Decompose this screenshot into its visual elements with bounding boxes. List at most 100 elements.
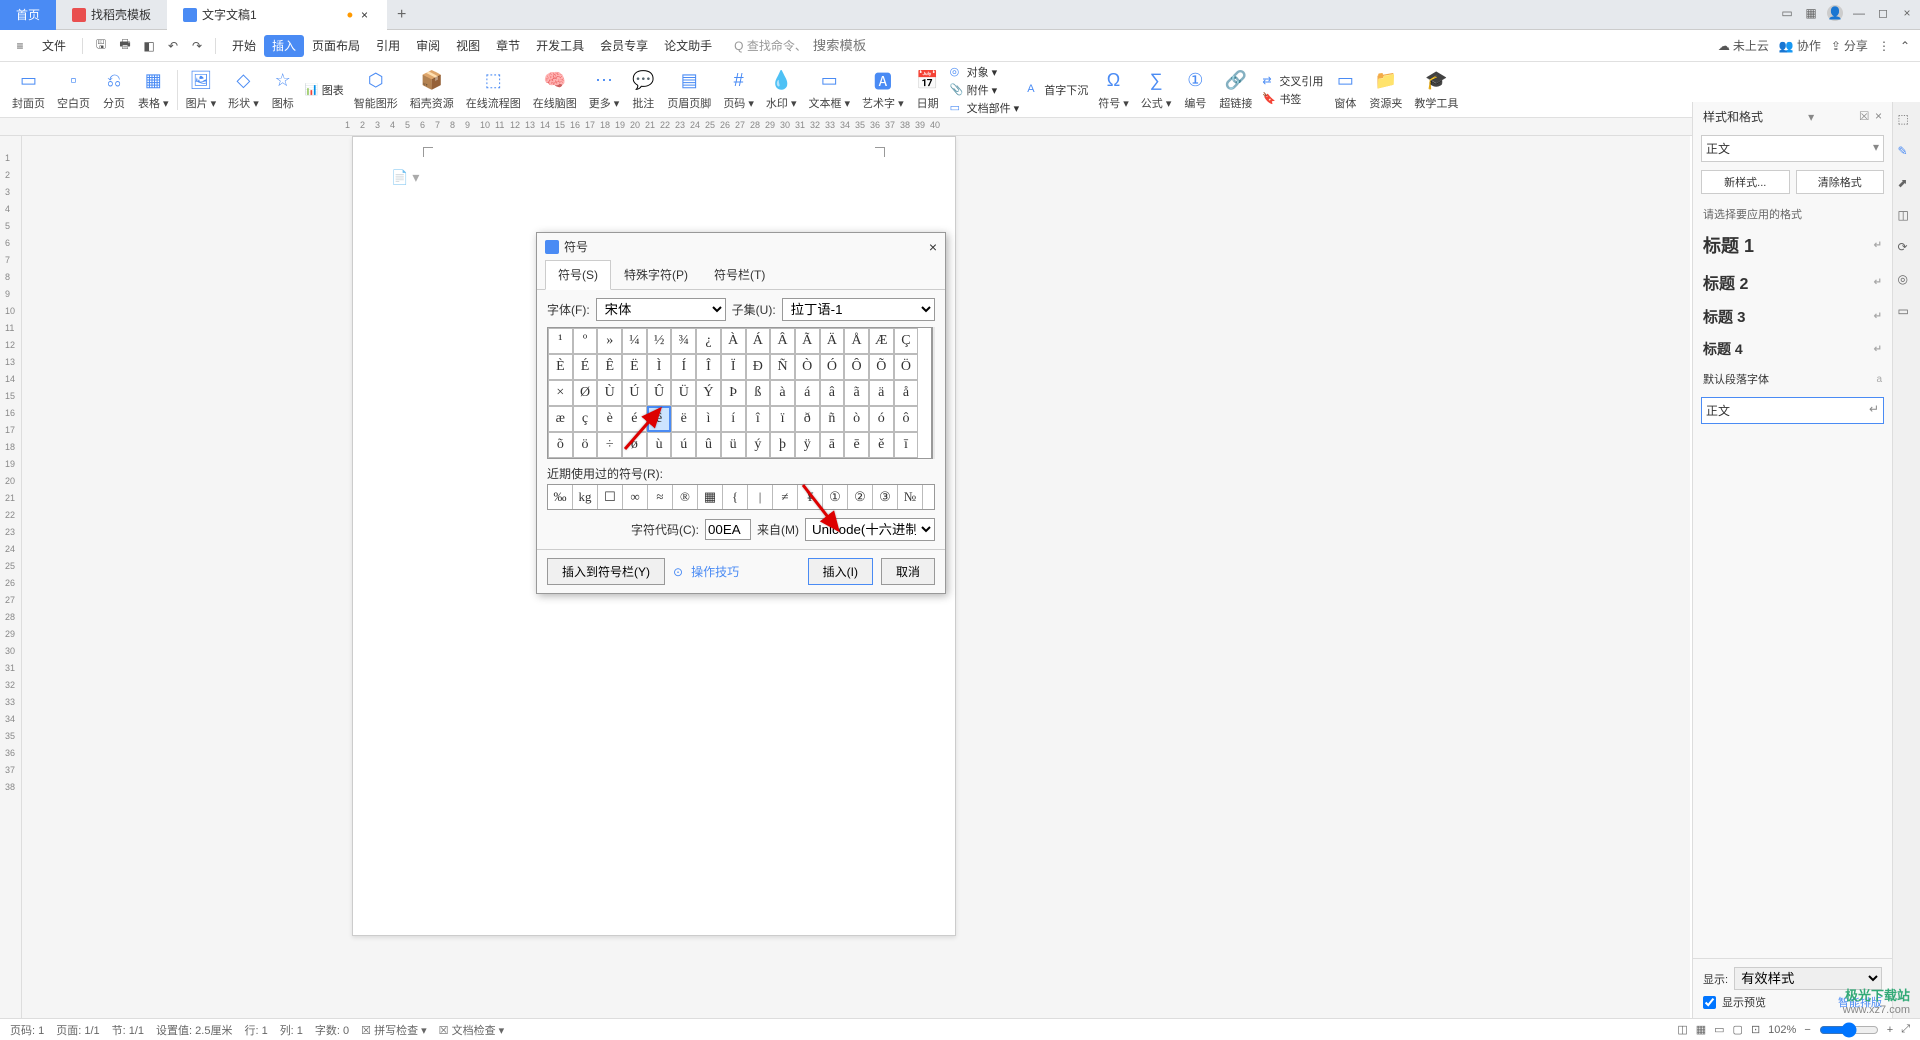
- char-cell[interactable]: Ó: [820, 354, 845, 380]
- ribbon-公式[interactable]: ∑公式 ▾: [1135, 69, 1178, 111]
- ribbon-文档部件[interactable]: ▭文档部件 ▾: [950, 100, 1020, 116]
- char-cell[interactable]: À: [721, 328, 746, 354]
- ribbon-教学工具[interactable]: 🎓教学工具: [1408, 69, 1464, 111]
- recent-char[interactable]: ®: [673, 485, 698, 509]
- char-cell[interactable]: ē: [844, 432, 869, 458]
- recent-char[interactable]: №: [898, 485, 923, 509]
- ribbon-附件[interactable]: 📎附件 ▾: [950, 82, 1020, 98]
- char-cell[interactable]: Ê: [597, 354, 622, 380]
- book-icon[interactable]: ▭: [1898, 304, 1916, 322]
- recent-char[interactable]: ③: [873, 485, 898, 509]
- zoom-in-icon[interactable]: +: [1887, 1024, 1893, 1036]
- ribbon-图片[interactable]: 🖼图片 ▾: [180, 69, 223, 111]
- maximize-icon[interactable]: ◻: [1875, 5, 1891, 21]
- ribbon-艺术字[interactable]: 🅰艺术字 ▾: [856, 69, 910, 111]
- char-cell[interactable]: ñ: [820, 406, 845, 432]
- status-page[interactable]: 页面: 1/1: [56, 1022, 99, 1038]
- recent-char[interactable]: ‰: [548, 485, 573, 509]
- ribbon-智能图形[interactable]: ⬡智能图形: [348, 69, 404, 111]
- char-cell[interactable]: û: [696, 432, 721, 458]
- char-cell[interactable]: ¹: [548, 328, 573, 354]
- grid-icon[interactable]: ▦: [1803, 5, 1819, 21]
- char-cell[interactable]: Á: [746, 328, 771, 354]
- share-button[interactable]: ⇪ 分享: [1831, 37, 1868, 54]
- ribbon-表格[interactable]: ▦表格 ▾: [132, 69, 175, 111]
- char-cell[interactable]: ¼: [622, 328, 647, 354]
- char-cell[interactable]: Ò: [795, 354, 820, 380]
- char-cell[interactable]: ¾: [671, 328, 696, 354]
- target-icon[interactable]: ◎: [1898, 272, 1916, 290]
- char-cell[interactable]: å: [894, 380, 919, 406]
- char-cell[interactable]: ô: [894, 406, 919, 432]
- char-cell[interactable]: ò: [844, 406, 869, 432]
- char-cell[interactable]: õ: [548, 432, 573, 458]
- dialog-tab[interactable]: 符号(S): [545, 260, 611, 290]
- char-cell[interactable]: ì: [696, 406, 721, 432]
- recent-char[interactable]: ≠: [773, 485, 798, 509]
- menu-页面布局[interactable]: 页面布局: [304, 35, 368, 57]
- char-cell[interactable]: Í: [671, 354, 696, 380]
- char-cell[interactable]: Þ: [721, 380, 746, 406]
- ribbon-稻壳资源[interactable]: 📦稻壳资源: [404, 69, 460, 111]
- tab-template[interactable]: 找稻壳模板: [56, 0, 167, 30]
- style-tool-icon[interactable]: ✎: [1898, 144, 1916, 162]
- char-cell[interactable]: Ù: [597, 380, 622, 406]
- ribbon-编号[interactable]: ①编号: [1177, 69, 1213, 111]
- menu-插入[interactable]: 插入: [264, 35, 304, 57]
- char-cell[interactable]: Æ: [869, 328, 894, 354]
- char-cell[interactable]: ½: [647, 328, 672, 354]
- ribbon-符号[interactable]: Ω符号 ▾: [1092, 69, 1135, 111]
- recent-char[interactable]: {: [723, 485, 748, 509]
- ribbon-日期[interactable]: 📅日期: [910, 69, 946, 111]
- menu-引用[interactable]: 引用: [368, 35, 408, 57]
- char-cell[interactable]: ë: [671, 406, 696, 432]
- cancel-button[interactable]: 取消: [881, 558, 935, 585]
- view-icon[interactable]: ◫: [1677, 1023, 1687, 1036]
- insert-button[interactable]: 插入(I): [808, 558, 873, 585]
- pin-icon[interactable]: ⮽: [1859, 109, 1869, 124]
- insert-to-bar-button[interactable]: 插入到符号栏(Y): [547, 558, 665, 585]
- menu-论文助手[interactable]: 论文助手: [656, 35, 720, 57]
- grid-scrollbar[interactable]: [932, 327, 935, 459]
- ribbon-页码[interactable]: #页码 ▾: [717, 69, 760, 111]
- default-font-style[interactable]: 默认段落字体a: [1693, 365, 1892, 393]
- char-cell[interactable]: Ô: [844, 354, 869, 380]
- print-icon[interactable]: 🖶: [115, 36, 135, 56]
- new-style-button[interactable]: 新样式...: [1701, 170, 1790, 194]
- status-chars[interactable]: 字数: 0: [315, 1022, 349, 1038]
- ribbon-在线流程图[interactable]: ⬚在线流程图: [460, 69, 527, 111]
- char-cell[interactable]: â: [820, 380, 845, 406]
- status-page-no[interactable]: 页码: 1: [10, 1022, 44, 1038]
- ribbon-水印[interactable]: 💧水印 ▾: [760, 69, 803, 111]
- panel-close-icon[interactable]: ×: [1875, 109, 1882, 124]
- ribbon-对象[interactable]: ◎对象 ▾: [950, 64, 1020, 80]
- char-cell[interactable]: ā: [820, 432, 845, 458]
- tab-document[interactable]: 文字文稿1 • ×: [167, 0, 387, 30]
- save-icon[interactable]: 🖫: [91, 36, 111, 56]
- status-doc-check[interactable]: ☒ 文档检查 ▾: [439, 1022, 505, 1038]
- char-cell[interactable]: Ü: [671, 380, 696, 406]
- recent-char[interactable]: ☐: [598, 485, 623, 509]
- ribbon-dropcap[interactable]: A首字下沉: [1027, 82, 1088, 98]
- ribbon-超链接[interactable]: 🔗超链接: [1213, 69, 1258, 111]
- ribbon-更多[interactable]: ⋯更多 ▾: [583, 69, 626, 111]
- char-cell[interactable]: Î: [696, 354, 721, 380]
- tab-add[interactable]: +: [387, 6, 416, 24]
- shape-icon[interactable]: ◫: [1898, 208, 1916, 226]
- ribbon-批注[interactable]: 💬批注: [625, 69, 661, 111]
- refresh-icon[interactable]: ⟳: [1898, 240, 1916, 258]
- layout-icon[interactable]: ▭: [1779, 5, 1795, 21]
- char-cell[interactable]: º: [573, 328, 598, 354]
- code-input[interactable]: [705, 519, 751, 540]
- char-cell[interactable]: þ: [770, 432, 795, 458]
- preview-icon[interactable]: ◧: [139, 36, 159, 56]
- status-section[interactable]: 节: 1/1: [112, 1022, 144, 1038]
- char-cell[interactable]: ×: [548, 380, 573, 406]
- focus-icon[interactable]: ⊡: [1751, 1023, 1760, 1036]
- subset-select[interactable]: 拉丁语-1: [782, 298, 935, 321]
- close-icon[interactable]: ×: [361, 8, 371, 22]
- recent-char[interactable]: |: [748, 485, 773, 509]
- menu-开始[interactable]: 开始: [224, 35, 264, 57]
- status-spell[interactable]: ☒ 拼写检查 ▾: [361, 1022, 427, 1038]
- font-select[interactable]: 宋体: [596, 298, 726, 321]
